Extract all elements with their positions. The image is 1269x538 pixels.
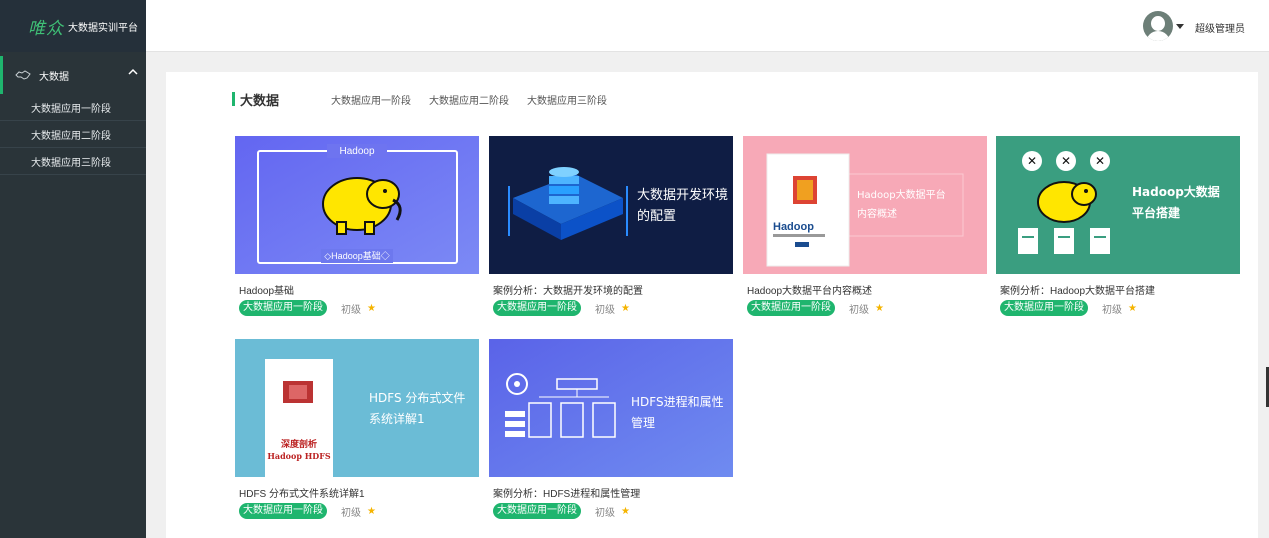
handshake-icon: [15, 70, 31, 80]
book-cover-icon: 深度剖析 Hadoop HDFS: [265, 359, 333, 477]
course-meta: 大数据应用一阶段 初级 ★: [1000, 300, 1137, 316]
thumb-line2: 的配置: [637, 208, 676, 224]
level-label: 初级: [341, 507, 361, 519]
caret-down-icon[interactable]: [1176, 24, 1184, 29]
thumb-line1: 大数据开发环境: [637, 187, 728, 203]
course-meta: 大数据应用一阶段 初级 ★: [239, 503, 376, 519]
svg-text:✕: ✕: [1095, 154, 1105, 168]
thumb-line1: HDFS 分布式文件: [369, 390, 465, 405]
thumb-line2: 内容概述: [857, 207, 897, 220]
user-torso: [1146, 31, 1170, 41]
tab-stage1[interactable]: 大数据应用一阶段: [331, 92, 411, 107]
sidebar: 唯众 大数据实训平台 大数据 大数据应用一阶段 大数据应用二阶段 大数据应用三阶…: [0, 0, 146, 538]
course-title[interactable]: Hadoop大数据平台内容概述: [747, 282, 872, 297]
thumb-line1: HDFS进程和属性: [631, 394, 724, 409]
avatar[interactable]: [1143, 11, 1173, 41]
course-title[interactable]: HDFS 分布式文件系统详解1: [239, 485, 365, 500]
level-label: 初级: [1102, 304, 1122, 316]
star-icon: ★: [367, 505, 376, 517]
title-accent-bar: [232, 92, 235, 106]
course-thumbnail[interactable]: 深度剖析 Hadoop HDFS HDFS 分布式文件 系统详解1: [235, 339, 479, 477]
tab-stage2[interactable]: 大数据应用二阶段: [429, 92, 509, 107]
course-meta: 大数据应用一阶段 初级 ★: [493, 300, 630, 316]
user-name[interactable]: 超级管理员: [1195, 20, 1245, 35]
thumb-line2: 平台搭建: [1132, 205, 1181, 220]
course-thumbnail[interactable]: Hadoop Hadoop大数据平台 内容概述: [743, 136, 987, 274]
course-title[interactable]: 案例分析：HDFS进程和属性管理: [493, 485, 640, 500]
book-cover-icon: Hadoop: [766, 153, 850, 267]
course-title[interactable]: 案例分析：大数据开发环境的配置: [493, 282, 643, 297]
course-meta: 大数据应用一阶段 初级 ★: [239, 300, 376, 316]
sidebar-group-bigdata[interactable]: 大数据: [0, 56, 146, 94]
logo-mark: 唯众: [28, 18, 64, 39]
star-icon: ★: [1128, 302, 1137, 314]
course-card[interactable]: Hadoop Hadoop大数据平台 内容概述 Hadoop大数据平台内容概述 …: [743, 136, 987, 326]
stage-tag: 大数据应用一阶段: [239, 300, 327, 316]
logo[interactable]: 唯众 大数据实训平台: [0, 0, 146, 52]
logo-text: 大数据实训平台: [68, 22, 138, 34]
course-card[interactable]: Hadoop ◇Hadoop基础◇ Hadoop基础 大数据应用一阶段 初级 ★: [235, 136, 479, 326]
tab-stage3[interactable]: 大数据应用三阶段: [527, 92, 607, 107]
svg-text:Hadoop HDFS: Hadoop HDFS: [267, 451, 331, 461]
stage-tag: 大数据应用一阶段: [493, 300, 581, 316]
course-thumbnail[interactable]: Hadoop ◇Hadoop基础◇: [235, 136, 479, 274]
course-thumbnail[interactable]: 大数据开发环境 的配置: [489, 136, 733, 274]
chevron-up-icon[interactable]: [128, 68, 138, 76]
course-card[interactable]: 大数据开发环境 的配置 案例分析：大数据开发环境的配置 大数据应用一阶段 初级 …: [489, 136, 733, 326]
course-meta: 大数据应用一阶段 初级 ★: [747, 300, 884, 316]
top-header: 超级管理员: [146, 0, 1269, 52]
sidebar-item-stage1[interactable]: 大数据应用一阶段: [0, 94, 146, 121]
stage-tag: 大数据应用一阶段: [493, 503, 581, 519]
course-title[interactable]: Hadoop基础: [239, 282, 294, 297]
svg-text:✕: ✕: [1027, 154, 1037, 168]
star-icon: ★: [621, 302, 630, 314]
course-card[interactable]: HDFS进程和属性 管理 案例分析：HDFS进程和属性管理 大数据应用一阶段 初…: [489, 339, 733, 529]
thumb-line1: Hadoop大数据平台: [857, 188, 946, 201]
stage-tag: 大数据应用一阶段: [239, 503, 327, 519]
svg-text:深度剖析: 深度剖析: [281, 438, 317, 450]
course-thumbnail[interactable]: HDFS进程和属性 管理: [489, 339, 733, 477]
course-title[interactable]: 案例分析：Hadoop大数据平台搭建: [1000, 282, 1155, 297]
document-icons: [1018, 228, 1110, 254]
main-content: 大数据 大数据应用一阶段 大数据应用二阶段 大数据应用三阶段 Hadoop ◇H…: [166, 72, 1258, 538]
course-meta: 大数据应用一阶段 初级 ★: [493, 503, 630, 519]
thumb-line1: Hadoop大数据: [1132, 184, 1220, 199]
star-icon: ★: [875, 302, 884, 314]
thumb-line1: Hadoop: [339, 146, 374, 157]
thumb-line2: 系统详解1: [369, 411, 425, 426]
level-label: 初级: [341, 304, 361, 316]
svg-text:✕: ✕: [1061, 154, 1071, 168]
stage-tag: 大数据应用一阶段: [747, 300, 835, 316]
stage-tag: 大数据应用一阶段: [1000, 300, 1088, 316]
sidebar-group-label: 大数据: [39, 71, 69, 83]
section-header: 大数据 大数据应用一阶段 大数据应用二阶段 大数据应用三阶段: [232, 92, 625, 108]
course-thumbnail[interactable]: ✕ ✕ ✕ Hadoop大数据 平台搭建: [996, 136, 1240, 274]
level-label: 初级: [849, 304, 869, 316]
course-card[interactable]: 深度剖析 Hadoop HDFS HDFS 分布式文件 系统详解1 HDFS 分…: [235, 339, 479, 529]
star-icon: ★: [367, 302, 376, 314]
close-circle-icons: ✕ ✕ ✕: [1022, 151, 1110, 171]
book-title: Hadoop: [773, 221, 814, 233]
level-label: 初级: [595, 507, 615, 519]
star-icon: ★: [621, 505, 630, 517]
sidebar-item-stage3[interactable]: 大数据应用三阶段: [0, 148, 146, 175]
level-label: 初级: [595, 304, 615, 316]
thumb-line2: ◇Hadoop基础◇: [324, 250, 389, 261]
course-card[interactable]: ✕ ✕ ✕ Hadoop大数据 平台搭建 案例分析：Hadoop大数据平台搭建: [996, 136, 1240, 326]
user-head: [1151, 16, 1165, 31]
page-title: 大数据: [240, 92, 280, 108]
thumb-line2: 管理: [631, 415, 655, 430]
sidebar-item-stage2[interactable]: 大数据应用二阶段: [0, 121, 146, 148]
